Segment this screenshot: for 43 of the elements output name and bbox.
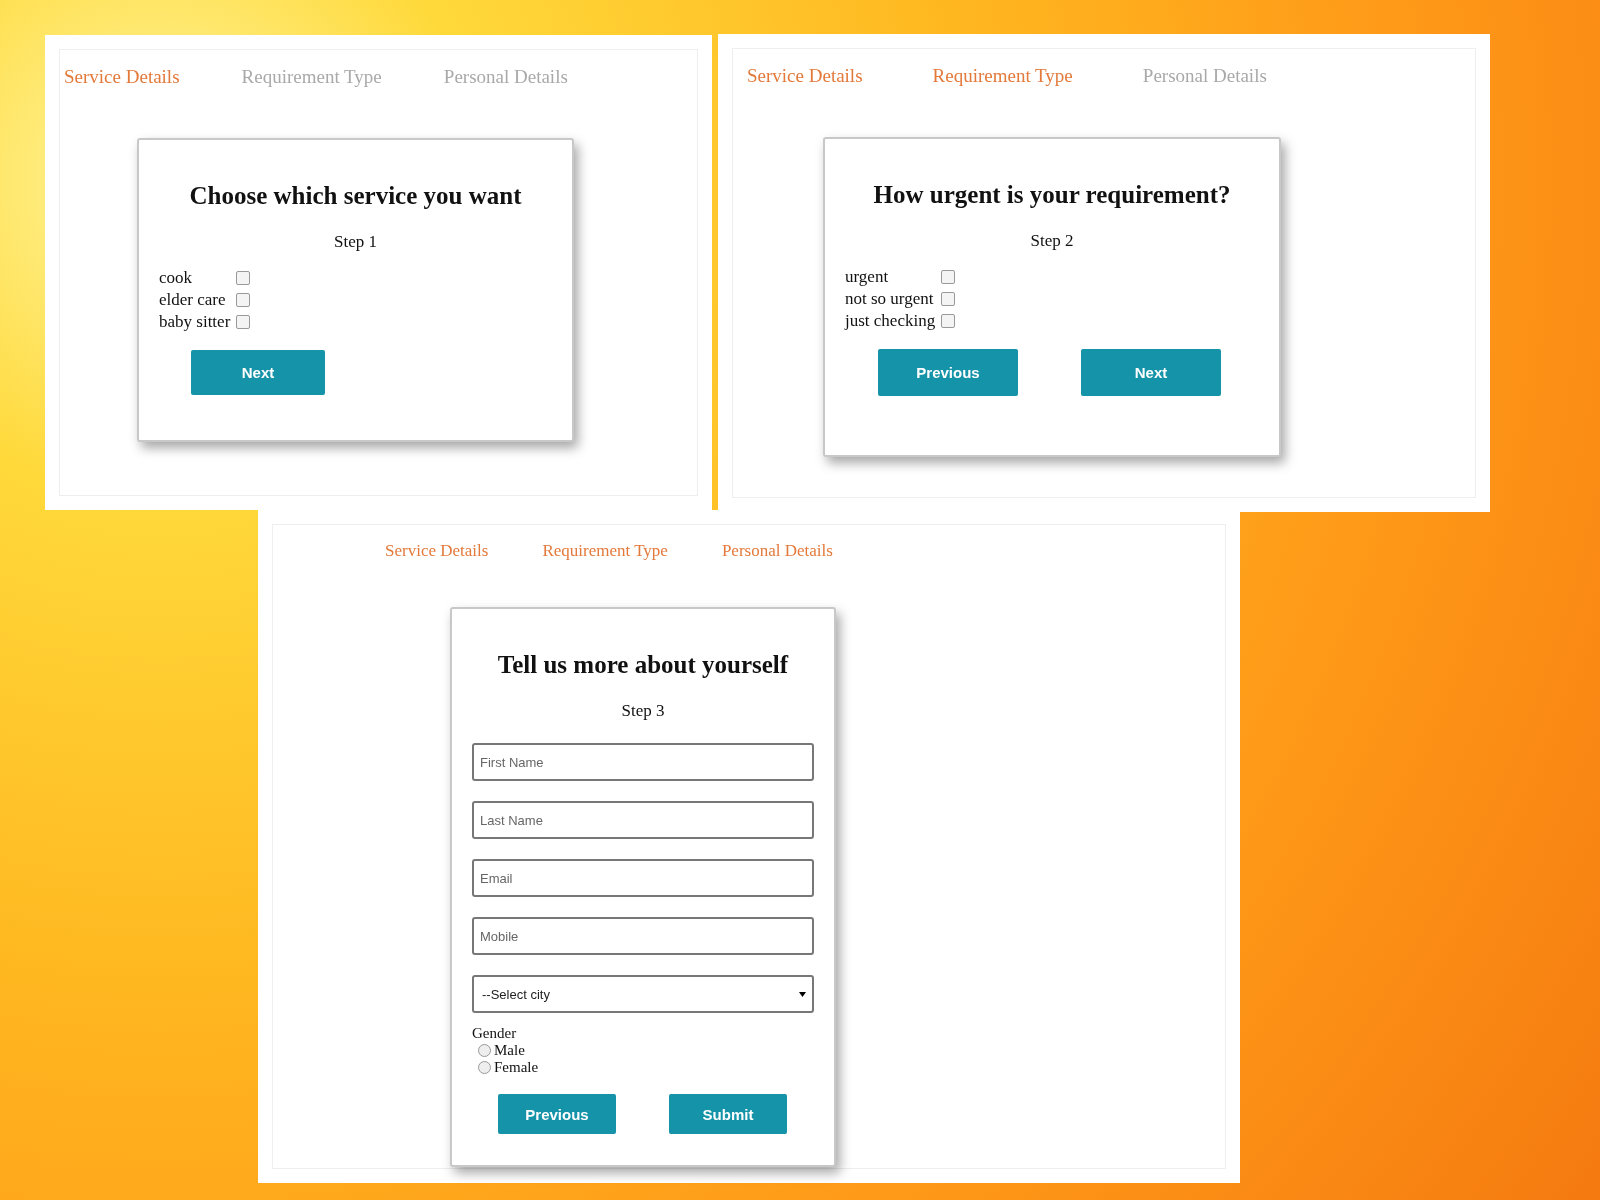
nav-button[interactable]: Submit xyxy=(669,1094,787,1134)
checkbox[interactable] xyxy=(236,315,251,329)
checkbox[interactable] xyxy=(941,270,956,284)
step-tab[interactable]: Requirement Type xyxy=(542,541,668,561)
step-tab[interactable]: Service Details xyxy=(747,65,863,87)
option-label: cook xyxy=(159,268,194,288)
form-title: Choose which service you want xyxy=(189,182,522,210)
step-label: Step 1 xyxy=(334,232,377,252)
nav-button[interactable]: Next xyxy=(1081,349,1221,396)
radio-button[interactable] xyxy=(478,1061,491,1074)
text-field[interactable]: First Name xyxy=(472,743,814,781)
option-label: elder care xyxy=(159,290,227,310)
checkbox[interactable] xyxy=(236,271,251,285)
text-field[interactable]: Mobile xyxy=(472,917,814,955)
step-label: Step 2 xyxy=(1030,231,1074,251)
radio-label: Male xyxy=(494,1042,525,1059)
step-tab[interactable]: Personal Details xyxy=(443,66,568,88)
step-label: Step 3 xyxy=(621,701,665,721)
city-select[interactable]: --Select city xyxy=(472,975,814,1013)
nav-button[interactable]: Next xyxy=(191,350,325,395)
text-field[interactable]: Email xyxy=(472,859,814,897)
nav-button[interactable]: Previous xyxy=(878,349,1018,396)
step-tab[interactable]: Service Details xyxy=(385,541,489,561)
checkbox[interactable] xyxy=(236,293,251,307)
step-tab[interactable]: Service Details xyxy=(64,66,180,88)
step-tab[interactable]: Requirement Type xyxy=(241,66,382,88)
text-field[interactable]: Last Name xyxy=(472,801,814,839)
option-label: just checking xyxy=(845,311,936,331)
dropdown-caret-icon xyxy=(799,991,806,997)
option-label: baby sitter xyxy=(159,312,231,332)
step-tab[interactable]: Personal Details xyxy=(721,541,833,561)
step-tab[interactable]: Personal Details xyxy=(1142,65,1267,87)
form-title: Tell us more about yourself xyxy=(497,651,789,679)
nav-button[interactable]: Previous xyxy=(498,1094,616,1134)
form-title: How urgent is your requirement? xyxy=(873,181,1231,209)
checkbox[interactable] xyxy=(941,314,956,328)
checkbox[interactable] xyxy=(941,292,956,306)
radio-label: Female xyxy=(494,1059,539,1076)
option-label: urgent xyxy=(845,267,890,287)
gender-label: Gender xyxy=(472,1025,518,1042)
option-label: not so urgent xyxy=(845,289,935,309)
radio-button[interactable] xyxy=(478,1044,491,1057)
step-tab[interactable]: Requirement Type xyxy=(932,65,1073,87)
